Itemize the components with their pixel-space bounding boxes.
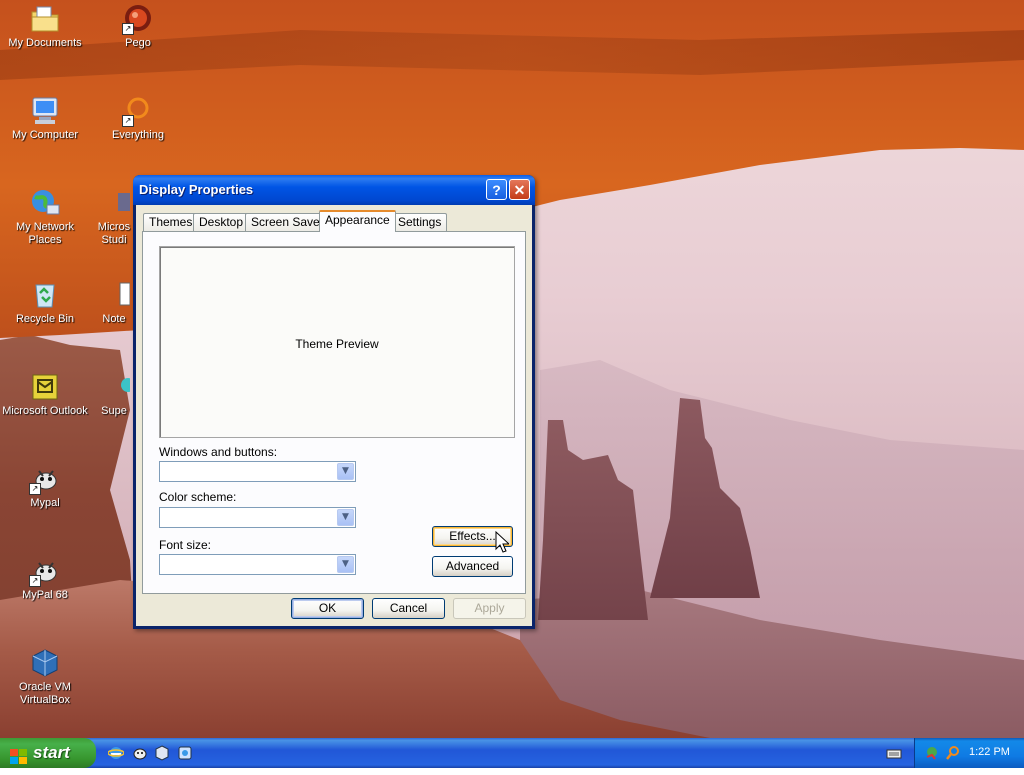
desktop-icon-label: Recycle Bin bbox=[15, 313, 75, 325]
chevron-down-icon[interactable]: ▼ bbox=[337, 556, 354, 573]
desktop-icon-network-places[interactable]: My Network Places bbox=[1, 187, 89, 247]
font-size-label: Font size: bbox=[159, 538, 212, 552]
desktop-icon-pego[interactable]: ↗ Pego bbox=[94, 3, 182, 50]
pego-shortcut-icon: ↗ bbox=[122, 3, 154, 35]
desktop-icon-super[interactable]: Supe bbox=[94, 371, 134, 418]
color-scheme-label: Color scheme: bbox=[159, 490, 237, 504]
dialog-client-area: Themes Desktop Screen Saver Appearance S… bbox=[136, 205, 532, 626]
keyboard-icon[interactable] bbox=[886, 745, 902, 761]
desktop-icon-mypal[interactable]: ↗ Mypal bbox=[1, 463, 89, 510]
network-places-icon bbox=[29, 187, 61, 219]
desktop-icon-studio[interactable]: Micros Studi bbox=[94, 187, 134, 247]
tab-themes[interactable]: Themes bbox=[143, 213, 199, 231]
font-size-select[interactable]: ▼ bbox=[159, 554, 356, 575]
mouse-pointer-icon bbox=[495, 530, 511, 553]
shortcut-arrow-icon: ↗ bbox=[122, 115, 134, 127]
desktop-icon-label: Microsoft Outlook bbox=[2, 405, 88, 417]
windows-logo-icon bbox=[10, 745, 28, 764]
ok-button[interactable]: OK bbox=[291, 598, 364, 619]
desktop-icon-label: Mypal bbox=[30, 497, 60, 509]
clock[interactable]: 1:22 PM bbox=[969, 746, 1010, 758]
desktop-icon-label: MyPal 68 bbox=[22, 589, 68, 601]
virtualbox-icon bbox=[29, 647, 61, 679]
studio-shortcut-icon bbox=[98, 187, 130, 219]
theme-preview-text: Theme Preview bbox=[295, 337, 379, 351]
chevron-down-icon[interactable]: ▼ bbox=[337, 463, 354, 480]
desktop-icon-label: Micros Studi bbox=[97, 221, 131, 246]
computer-icon bbox=[29, 95, 61, 127]
everything-search-icon: ↗ bbox=[122, 95, 154, 127]
tab-screen-saver[interactable]: Screen Saver bbox=[245, 213, 330, 231]
system-tray: 1:22 PM bbox=[914, 738, 1024, 768]
desktop-icon-everything[interactable]: ↗ Everything bbox=[94, 95, 182, 142]
desktop-icon-label: My Network Places bbox=[15, 221, 75, 246]
cancel-button[interactable]: Cancel bbox=[372, 598, 445, 619]
desktop-icon-virtualbox[interactable]: Oracle VM VirtualBox bbox=[1, 647, 89, 707]
desktop-icon-mypal68[interactable]: ↗ MyPal 68 bbox=[1, 555, 89, 602]
desktop-icon-label: Supe bbox=[101, 405, 127, 417]
shortcut-arrow-icon: ↗ bbox=[29, 575, 41, 587]
media-quicklaunch-icon[interactable] bbox=[177, 745, 193, 761]
internet-explorer-icon[interactable] bbox=[107, 745, 125, 761]
desktop-icon-notepad[interactable]: Note bbox=[94, 279, 134, 326]
desktop-icon-my-computer[interactable]: My Computer bbox=[1, 95, 89, 142]
virtualbox-quicklaunch-icon[interactable] bbox=[154, 745, 170, 761]
desktop-icon-label: My Computer bbox=[11, 129, 79, 141]
taskbar: start 1:22 PM bbox=[0, 738, 1024, 768]
mypal-icon: ↗ bbox=[29, 463, 61, 495]
tab-appearance[interactable]: Appearance bbox=[319, 210, 396, 232]
folder-documents-icon bbox=[29, 3, 61, 35]
desktop-icon-outlook[interactable]: Microsoft Outlook bbox=[1, 371, 89, 418]
theme-preview: Theme Preview bbox=[159, 246, 515, 438]
desktop-icon-label: Oracle VM VirtualBox bbox=[19, 681, 71, 706]
desktop-icon-recycle-bin[interactable]: Recycle Bin bbox=[1, 279, 89, 326]
desktop-icon-label: Everything bbox=[112, 129, 164, 141]
tab-settings[interactable]: Settings bbox=[392, 213, 448, 231]
appearance-tab-panel: Theme Preview Windows and buttons: ▼ Col… bbox=[142, 231, 526, 594]
shortcut-arrow-icon: ↗ bbox=[29, 483, 41, 495]
desktop-icon-label: Note bbox=[102, 313, 126, 325]
close-button[interactable]: ✕ bbox=[509, 179, 530, 200]
mypal68-icon: ↗ bbox=[29, 555, 61, 587]
apply-button[interactable]: Apply bbox=[453, 598, 526, 619]
desktop-icon-label: My Documents bbox=[8, 37, 82, 49]
outlook-icon bbox=[29, 371, 61, 403]
desktop-icon-my-documents[interactable]: My Documents bbox=[1, 3, 89, 50]
recycle-bin-icon bbox=[29, 279, 61, 311]
chevron-down-icon[interactable]: ▼ bbox=[337, 509, 354, 526]
network-icon[interactable] bbox=[925, 745, 941, 761]
notepad-shortcut-icon bbox=[98, 279, 131, 311]
help-button[interactable]: ? bbox=[486, 179, 507, 200]
desktop-icon-label: Pego bbox=[125, 37, 151, 49]
windows-buttons-label: Windows and buttons: bbox=[159, 445, 278, 459]
start-label: start bbox=[33, 743, 70, 762]
windows-buttons-select[interactable]: ▼ bbox=[159, 461, 356, 482]
shortcut-arrow-icon: ↗ bbox=[122, 23, 134, 35]
dialog-titlebar[interactable]: Display Properties ? ✕ bbox=[133, 175, 535, 205]
color-scheme-select[interactable]: ▼ bbox=[159, 507, 356, 528]
advanced-button[interactable]: Advanced bbox=[432, 556, 513, 577]
mypal-quicklaunch-icon[interactable] bbox=[132, 745, 148, 761]
start-button[interactable]: start bbox=[0, 738, 96, 768]
dialog-title: Display Properties bbox=[139, 182, 254, 197]
super-shortcut-icon bbox=[98, 371, 134, 403]
search-icon[interactable] bbox=[945, 745, 961, 761]
display-properties-dialog: Display Properties ? ✕ Themes Desktop Sc… bbox=[133, 175, 535, 629]
tab-desktop[interactable]: Desktop bbox=[193, 213, 250, 231]
